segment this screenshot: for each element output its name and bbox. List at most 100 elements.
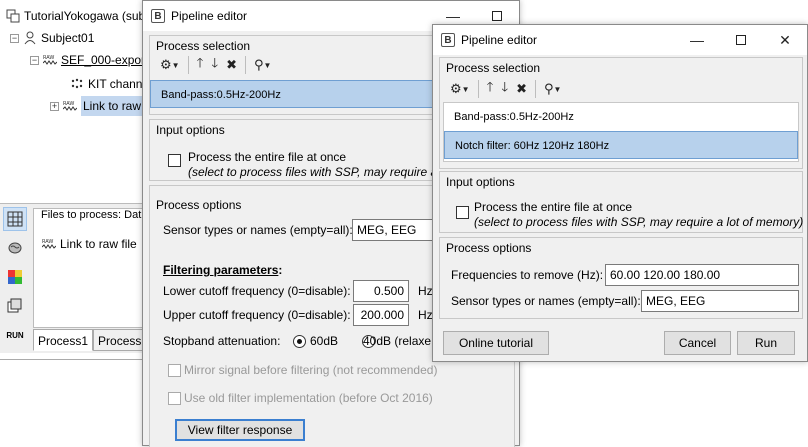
input-options-title: Input options	[156, 123, 225, 137]
add-process-button[interactable]: ⚙ ▼	[156, 54, 184, 76]
online-tutorial-button[interactable]: Online tutorial	[443, 331, 549, 355]
toolbar-separator	[245, 56, 247, 74]
database-tree: TutorialYokogawa (sub − Subject01 − RAW …	[0, 0, 150, 196]
title-bar: B Pipeline editor — ✕	[433, 25, 807, 55]
colormap-tool-button[interactable]	[3, 265, 27, 289]
dropdown-arrow-icon: ▼	[461, 84, 470, 94]
hierarchy-icon: ⚲	[544, 81, 554, 96]
files-to-process-panel: Files to process: Dat RAW Link to raw fi…	[33, 208, 150, 328]
arrow-up-icon: 🡑	[486, 79, 494, 94]
hierarchy-icon: ⚲	[254, 57, 264, 72]
collapse-icon[interactable]: −	[10, 33, 19, 43]
dropdown-arrow-icon: ▼	[263, 60, 272, 70]
surface-tool-button[interactable]	[3, 236, 27, 260]
link-label: Link to raw	[81, 96, 144, 116]
svg-text:RAW: RAW	[63, 101, 74, 107]
add-process-button[interactable]: ⚙ ▼	[446, 78, 474, 100]
delete-process-button[interactable]: ✖	[222, 54, 241, 76]
raw-folder-icon: RAW	[43, 55, 57, 65]
maximize-button[interactable]	[719, 25, 763, 55]
minimize-icon: —	[690, 32, 704, 48]
move-up-button[interactable]: 🡑	[193, 54, 208, 76]
close-button[interactable]: ✕	[763, 25, 807, 55]
process-tool-button[interactable]	[3, 207, 27, 231]
entire-file-checkbox[interactable]	[456, 206, 469, 219]
lower-cutoff-input[interactable]: 0.500	[353, 280, 409, 302]
maximize-icon	[736, 35, 746, 45]
process-item-bandpass[interactable]: Band-pass:0.5Hz-200Hz	[444, 103, 798, 131]
mirror-checkbox[interactable]	[168, 364, 181, 377]
tree-row-protocol[interactable]: TutorialYokogawa (sub	[6, 6, 145, 26]
protocol-label: TutorialYokogawa (sub	[24, 9, 146, 23]
old-filter-checkbox[interactable]	[168, 392, 181, 405]
toolbar-separator	[535, 80, 537, 98]
entire-file-note: (select to process files with SSP, may r…	[188, 165, 450, 179]
stopband-60db-radio[interactable]	[293, 335, 306, 349]
protocol-icon	[6, 9, 20, 23]
file-item[interactable]: RAW Link to raw file	[42, 237, 137, 251]
stopband-label: Stopband attenuation:	[163, 334, 281, 348]
process-selection-title: Process selection	[446, 61, 541, 75]
layers-tool-button[interactable]	[3, 294, 27, 318]
frequencies-input[interactable]: 60.00 120.00 180.00	[605, 264, 799, 286]
frequencies-label: Frequencies to remove (Hz):	[451, 268, 604, 282]
tab-process1[interactable]: Process1	[33, 329, 94, 351]
delete-process-button[interactable]: ✖	[512, 78, 531, 100]
tree-row-channels[interactable]: KIT channel	[70, 74, 150, 94]
close-icon: ✖	[516, 81, 528, 96]
move-down-button[interactable]: 🡓	[497, 78, 512, 100]
entire-file-label: Process the entire file at once	[474, 200, 633, 214]
process-options-title: Process options	[446, 241, 532, 255]
sensor-label: Sensor types or names (empty=all):	[163, 223, 353, 237]
process-tabs: Process1 Process2	[33, 329, 154, 351]
tree-row-link[interactable]: + RAW Link to raw	[50, 96, 144, 116]
pipeline-menu-button[interactable]: ⚲ ▼	[540, 78, 565, 100]
toolbar-separator	[477, 80, 479, 98]
input-options-title: Input options	[446, 175, 515, 189]
raw-link-icon: RAW	[63, 101, 77, 111]
maximize-icon	[492, 11, 502, 21]
collapse-icon[interactable]: −	[30, 55, 39, 65]
upper-cutoff-input[interactable]: 200.000	[353, 304, 409, 326]
files-panel-title: Files to process: Dat	[39, 209, 144, 221]
brainstorm-main-window: TutorialYokogawa (sub − Subject01 − RAW …	[0, 0, 154, 360]
brainstorm-app-icon: B	[441, 33, 455, 47]
run-tool-button[interactable]: RUN	[3, 323, 27, 347]
expand-icon[interactable]: +	[50, 101, 59, 111]
view-filter-response-button[interactable]: View filter response	[175, 419, 305, 441]
cancel-button[interactable]: Cancel	[664, 331, 731, 355]
run-label: RUN	[6, 330, 24, 340]
tree-row-subject[interactable]: − Subject01	[10, 28, 94, 48]
process-toolbar: ⚙ ▼ 🡑 🡓 ✖ ⚲ ▼	[156, 54, 275, 76]
close-icon: ✕	[779, 31, 791, 48]
tree-row-raw-folder[interactable]: − RAW SEF_000-expor	[30, 50, 145, 70]
pipeline-menu-button[interactable]: ⚲ ▼	[250, 54, 275, 76]
sensor-input[interactable]: MEG, EEG	[641, 290, 799, 312]
upper-cutoff-label: Upper cutoff frequency (0=disable):	[163, 308, 351, 322]
stopband-60db-label: 60dB	[310, 334, 339, 348]
process-options-title: Process options	[156, 198, 242, 212]
move-up-button[interactable]: 🡑	[483, 78, 498, 100]
process-selection-group: Process selection ⚙ ▼ 🡑 🡓 ✖ ⚲ ▼ Band-pass:…	[439, 57, 803, 169]
arrow-up-icon: 🡑	[196, 55, 204, 70]
old-filter-label: Use old filter implementation (before Oc…	[184, 391, 433, 405]
minimize-button[interactable]: —	[675, 25, 719, 55]
side-toolbar: RUN	[3, 207, 29, 347]
minimize-icon: —	[446, 8, 460, 24]
entire-file-label: Process the entire file at once	[188, 150, 347, 164]
window-title: Pipeline editor	[461, 33, 538, 47]
lower-cutoff-label: Lower cutoff frequency (0=disable):	[163, 284, 351, 298]
run-button[interactable]: Run	[737, 331, 795, 355]
entire-file-checkbox[interactable]	[168, 154, 181, 167]
stopband-40db-label: 40dB (relaxe	[363, 334, 432, 348]
svg-text:RAW: RAW	[42, 239, 53, 245]
arrow-down-icon: 🡓	[501, 79, 509, 94]
process-list: Band-pass:0.5Hz-200Hz Notch filter: 60Hz…	[443, 102, 799, 162]
raw-file-icon: RAW	[42, 239, 56, 249]
layers-icon	[7, 298, 22, 313]
process-item-notch[interactable]: Notch filter: 60Hz 120Hz 180Hz	[444, 131, 798, 159]
channels-label: KIT channel	[88, 77, 150, 91]
move-down-button[interactable]: 🡓	[207, 54, 222, 76]
dropdown-arrow-icon: ▼	[171, 60, 180, 70]
subject-label: Subject01	[41, 31, 95, 45]
